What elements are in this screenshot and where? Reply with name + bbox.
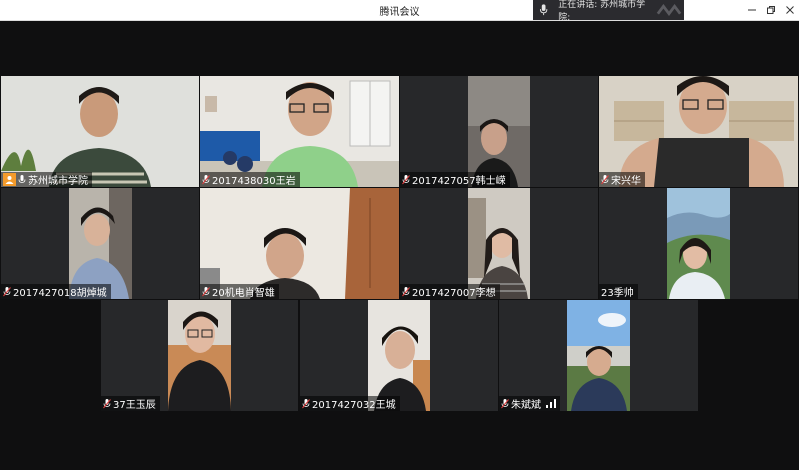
microphone-muted-icon bbox=[402, 286, 410, 296]
microphone-muted-icon bbox=[202, 174, 210, 184]
participant-name-tag: 2017438030王岩 bbox=[200, 172, 300, 187]
participant-name: 2017427007李想 bbox=[412, 288, 496, 299]
participant-name-tag: 2017427032王城 bbox=[300, 396, 400, 411]
participant-name: 2017427032王城 bbox=[312, 400, 396, 411]
microphone-muted-icon bbox=[202, 286, 210, 296]
video-tile[interactable]: 2017427007李想 bbox=[400, 188, 598, 299]
video-tile[interactable]: 23季帅 bbox=[599, 188, 798, 299]
video-tile[interactable]: 2017438030王岩 bbox=[200, 76, 399, 187]
microphone-muted-icon bbox=[103, 398, 111, 408]
video-tile[interactable]: 宋兴华 bbox=[599, 76, 798, 187]
participant-video bbox=[69, 188, 132, 299]
minimize-icon bbox=[748, 9, 756, 11]
participant-video bbox=[468, 188, 530, 299]
participant-video bbox=[1, 76, 199, 187]
microphone-muted-icon bbox=[402, 174, 410, 184]
microphone-muted-icon bbox=[501, 398, 509, 408]
title-bar: 腾讯会议 正在讲话: 苏州城市学院; bbox=[0, 0, 799, 23]
participant-name: 20机电肖智雄 bbox=[212, 288, 275, 299]
participant-name: 朱斌斌 bbox=[511, 400, 541, 411]
signal-bars-icon bbox=[546, 399, 556, 408]
participant-name: 23季帅 bbox=[601, 288, 634, 299]
participant-name: 2017438030王岩 bbox=[212, 176, 296, 187]
host-icon bbox=[3, 173, 16, 186]
participant-name-tag: 2017427018胡焯城 bbox=[1, 284, 111, 299]
speaking-text: 正在讲话: 苏州城市学院; bbox=[558, 0, 646, 23]
maximize-button[interactable] bbox=[763, 2, 779, 18]
participant-name: 2017427057韩士嵘 bbox=[412, 176, 506, 187]
participant-name: 2017427018胡焯城 bbox=[13, 288, 107, 299]
minimize-button[interactable] bbox=[744, 2, 760, 18]
participant-video bbox=[368, 300, 430, 411]
close-button[interactable] bbox=[782, 2, 798, 18]
microphone-muted-icon bbox=[302, 398, 310, 408]
video-tile[interactable]: 苏州城市学院 bbox=[1, 76, 199, 187]
participant-name: 苏州城市学院 bbox=[28, 176, 88, 187]
video-tile[interactable]: 朱斌斌 bbox=[499, 300, 698, 411]
participant-video bbox=[200, 188, 399, 299]
speaking-waves-icon bbox=[656, 4, 682, 16]
participant-name-tag: 2017427007李想 bbox=[400, 284, 500, 299]
microphone-muted-icon bbox=[601, 174, 609, 184]
video-tile[interactable]: 2017427057韩士嵘 bbox=[400, 76, 598, 187]
participant-name-tag: 37王玉辰 bbox=[101, 396, 160, 411]
participant-name: 37王玉辰 bbox=[113, 400, 156, 411]
participant-video bbox=[567, 300, 630, 411]
participant-name: 宋兴华 bbox=[611, 176, 641, 187]
participant-video bbox=[667, 188, 730, 299]
speaking-indicator: 正在讲话: 苏州城市学院; bbox=[533, 0, 684, 23]
video-tile[interactable]: 2017427032王城 bbox=[300, 300, 498, 411]
video-tile[interactable]: 20机电肖智雄 bbox=[200, 188, 399, 299]
microphone-icon bbox=[539, 4, 548, 16]
video-tile[interactable]: 37王玉辰 bbox=[101, 300, 298, 411]
microphone-muted-icon bbox=[3, 286, 11, 296]
participant-name-tag: 宋兴华 bbox=[599, 172, 645, 187]
video-tile[interactable]: 2017427018胡焯城 bbox=[1, 188, 199, 299]
participant-video bbox=[200, 76, 399, 187]
participant-name-tag: 苏州城市学院 bbox=[1, 172, 92, 187]
close-icon bbox=[786, 6, 794, 14]
participant-name-tag: 2017427057韩士嵘 bbox=[400, 172, 510, 187]
participant-name-tag: 朱斌斌 bbox=[499, 396, 560, 411]
participant-video bbox=[468, 76, 530, 187]
participant-name-tag: 20机电肖智雄 bbox=[200, 284, 279, 299]
microphone-icon bbox=[18, 174, 26, 183]
restore-icon bbox=[767, 6, 775, 14]
participant-video bbox=[599, 76, 798, 187]
participant-name-tag: 23季帅 bbox=[599, 284, 638, 299]
participant-video bbox=[168, 300, 231, 411]
